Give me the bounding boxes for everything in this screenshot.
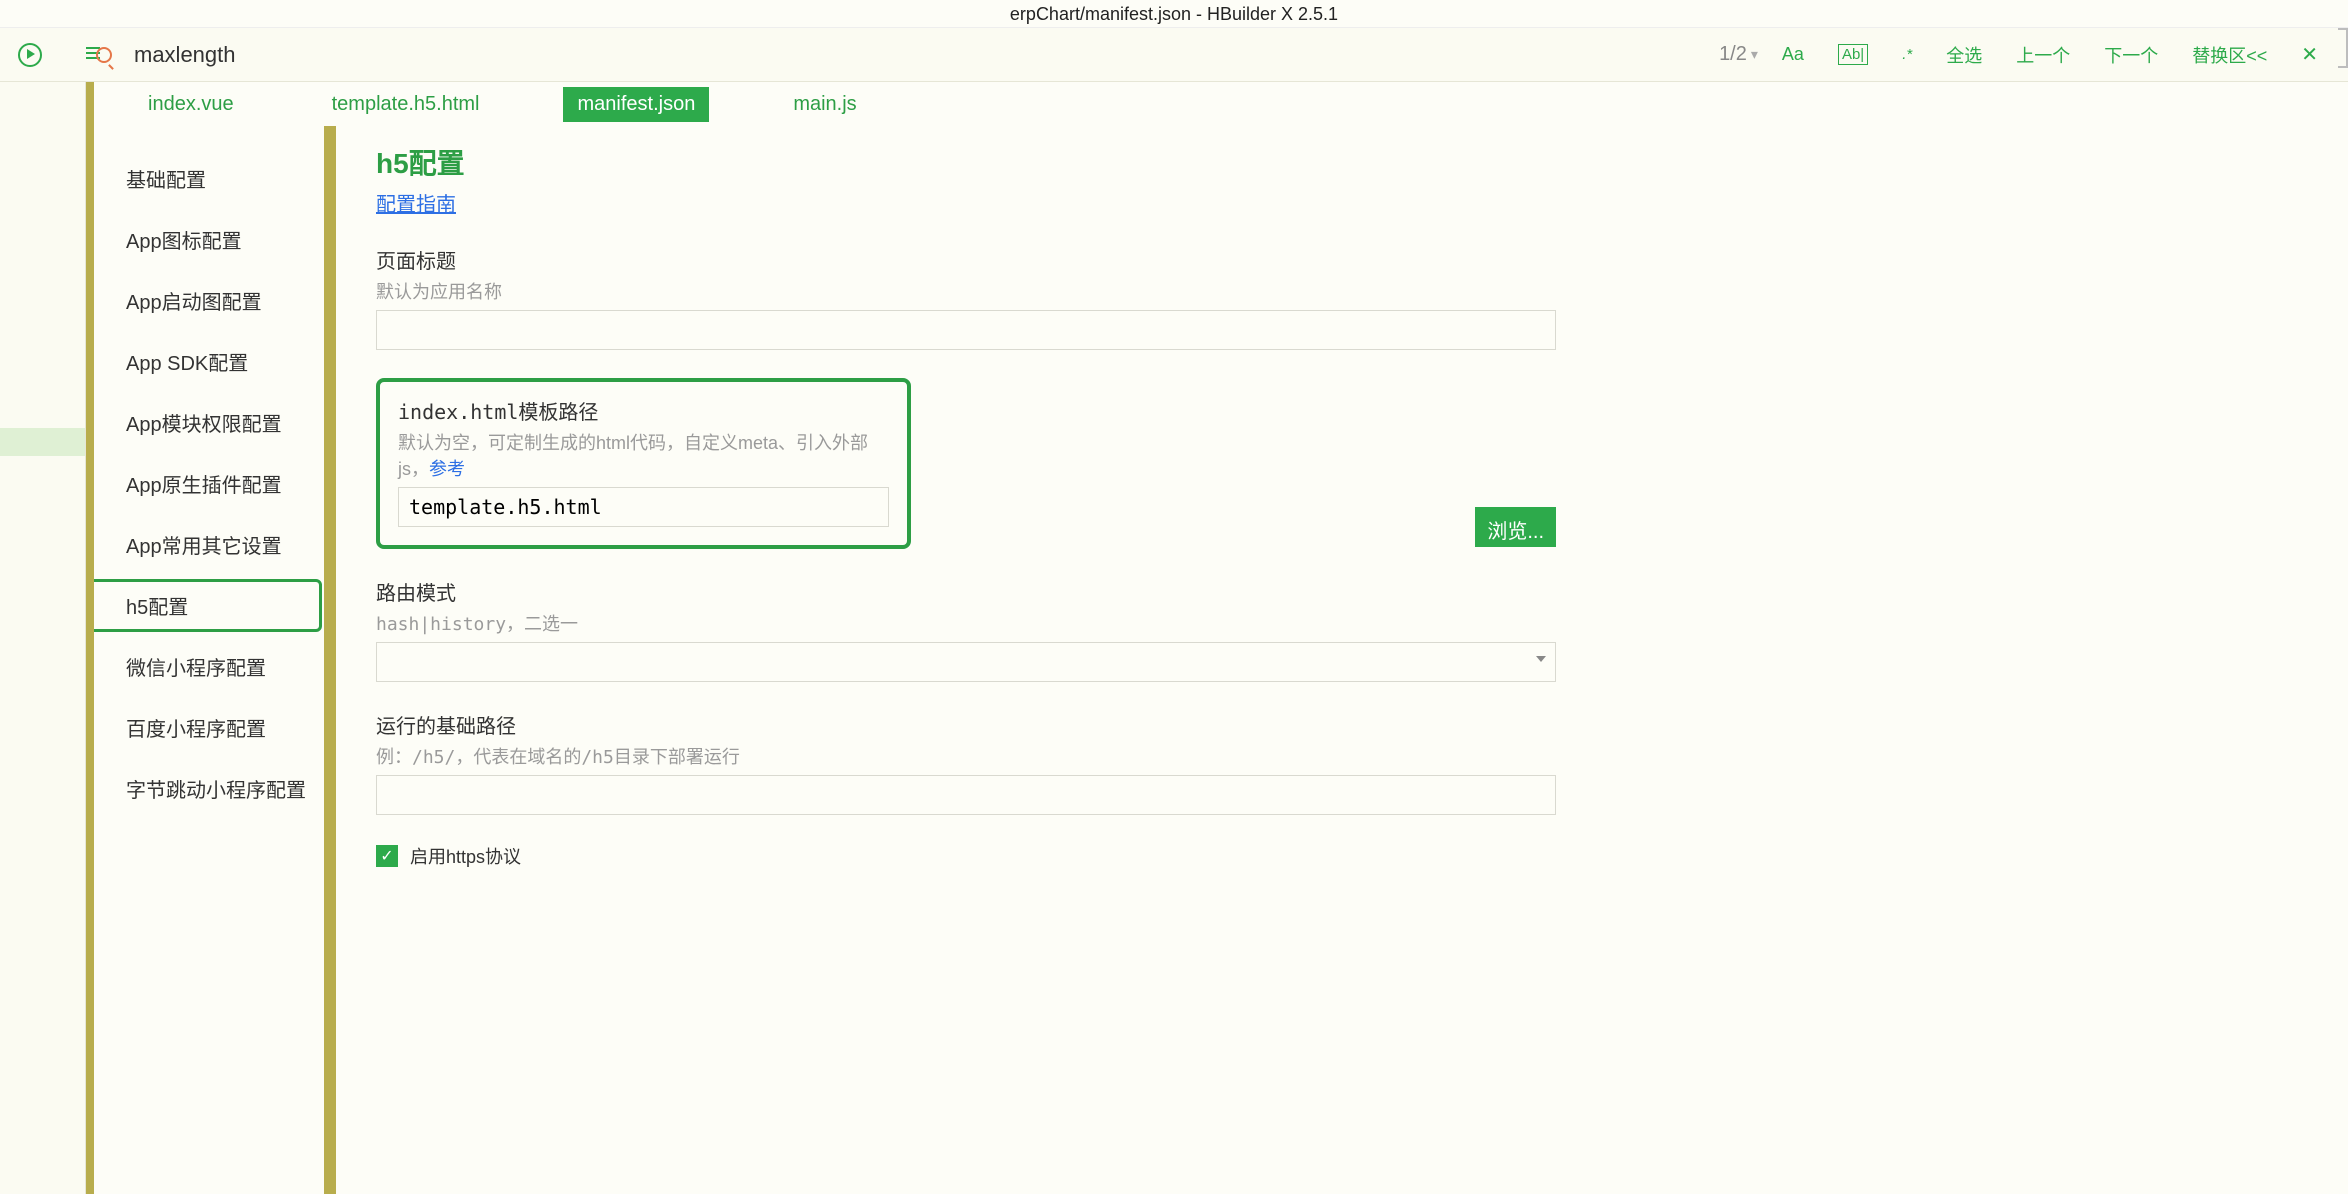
https-label: 启用https协议 <box>410 843 521 869</box>
template-label: index.html模板路径 <box>398 396 889 425</box>
page-title-sub: 默认为应用名称 <box>376 278 1556 304</box>
regex-toggle[interactable]: .* <box>1902 46 1912 63</box>
field-router-mode: 路由模式 hash|history，二选一 <box>376 577 1556 682</box>
sidebar-item-app-sdk[interactable]: App SDK配置 <box>94 331 324 392</box>
vertical-splitter-left[interactable] <box>86 82 94 1194</box>
search-term[interactable]: maxlength <box>134 42 236 68</box>
router-sub: hash|history，二选一 <box>376 610 1556 636</box>
sidebar-item-h5[interactable]: h5配置 <box>94 575 324 636</box>
base-path-label: 运行的基础路径 <box>376 710 1556 739</box>
sidebar-item-baidu-mp[interactable]: 百度小程序配置 <box>94 697 324 758</box>
https-checkbox[interactable]: ✓ <box>376 845 398 867</box>
main-area: index.vue template.h5.html manifest.json… <box>0 82 2348 1194</box>
field-https: ✓ 启用https协议 <box>376 843 2348 869</box>
find-next-button[interactable]: 下一个 <box>2104 42 2158 68</box>
router-mode-select[interactable] <box>376 642 1556 682</box>
page-title-label: 页面标题 <box>376 245 1556 274</box>
vertical-splitter-sidebar[interactable] <box>324 126 336 1194</box>
match-case-toggle[interactable]: Aa <box>1782 44 1804 65</box>
field-base-path: 运行的基础路径 例：/h5/，代表在域名的/h5目录下部署运行 <box>376 710 1556 815</box>
tab-template-h5-html[interactable]: template.h5.html <box>318 87 494 122</box>
select-all-button[interactable]: 全选 <box>1946 42 1982 68</box>
search-count: 1/2 <box>1719 43 1747 66</box>
manifest-editor-body: 基础配置 App图标配置 App启动图配置 App SDK配置 App模块权限配… <box>94 126 2348 1194</box>
template-sub-text: 默认为空，可定制生成的html代码，自定义meta、引入外部js， <box>398 433 868 479</box>
template-ref-link[interactable]: 参考 <box>429 459 465 479</box>
page-title-input[interactable] <box>376 310 1556 350</box>
router-label: 路由模式 <box>376 577 1556 606</box>
replace-toggle-button[interactable]: 替换区<< <box>2192 42 2267 68</box>
sidebar-item-wechat-mp[interactable]: 微信小程序配置 <box>94 636 324 697</box>
sidebar-item-app-native-plugins[interactable]: App原生插件配置 <box>94 453 324 514</box>
find-icon[interactable] <box>86 44 112 66</box>
base-path-sub: 例：/h5/，代表在域名的/h5目录下部署运行 <box>376 743 1556 769</box>
sidebar-item-app-icon[interactable]: App图标配置 <box>94 209 324 270</box>
tab-main-js[interactable]: main.js <box>779 87 870 122</box>
run-icon[interactable] <box>18 43 42 67</box>
left-gutter <box>0 82 86 1194</box>
h5-config-form: h5配置 配置指南 页面标题 默认为应用名称 index.html模板路径 默认… <box>376 126 2348 1194</box>
window-title: erpChart/manifest.json - HBuilder X 2.5.… <box>1010 4 1338 24</box>
editor-content: index.vue template.h5.html manifest.json… <box>94 82 2348 1194</box>
base-path-input[interactable] <box>376 775 1556 815</box>
window-title-bar: erpChart/manifest.json - HBuilder X 2.5.… <box>0 0 2348 28</box>
browse-button[interactable]: 浏览... <box>1475 507 1556 547</box>
sidebar-item-bytedance-mp[interactable]: 字节跳动小程序配置 <box>94 758 324 819</box>
whole-word-toggle[interactable]: Ab| <box>1838 44 1868 65</box>
template-sub: 默认为空，可定制生成的html代码，自定义meta、引入外部js，参考 <box>398 429 889 481</box>
sidebar-item-basic[interactable]: 基础配置 <box>94 148 324 209</box>
search-count-dropdown-icon[interactable]: ▾ <box>1751 46 1758 63</box>
template-highlight-box: index.html模板路径 默认为空，可定制生成的html代码，自定义meta… <box>376 378 911 549</box>
find-prev-button[interactable]: 上一个 <box>2016 42 2070 68</box>
editor-tabs: index.vue template.h5.html manifest.json… <box>94 82 2348 126</box>
minimap-bracket-icon <box>2338 28 2348 68</box>
manifest-sidebar: 基础配置 App图标配置 App启动图配置 App SDK配置 App模块权限配… <box>94 126 324 1194</box>
field-template-path: index.html模板路径 默认为空，可定制生成的html代码，自定义meta… <box>376 378 1556 549</box>
tab-index-vue[interactable]: index.vue <box>134 87 248 122</box>
find-bar: maxlength 1/2 ▾ Aa Ab| .* 全选 上一个 下一个 替换区… <box>0 28 2348 82</box>
field-page-title: 页面标题 默认为应用名称 <box>376 245 1556 350</box>
tab-manifest-json[interactable]: manifest.json <box>563 87 709 122</box>
section-title: h5配置 <box>376 142 2348 182</box>
template-path-input[interactable] <box>398 487 889 527</box>
sidebar-item-app-splash[interactable]: App启动图配置 <box>94 270 324 331</box>
sidebar-item-app-permissions[interactable]: App模块权限配置 <box>94 392 324 453</box>
close-find-bar-icon[interactable]: ✕ <box>2301 42 2318 67</box>
sidebar-item-app-other[interactable]: App常用其它设置 <box>94 514 324 575</box>
config-guide-link[interactable]: 配置指南 <box>376 188 456 217</box>
gutter-highlight <box>0 428 85 456</box>
